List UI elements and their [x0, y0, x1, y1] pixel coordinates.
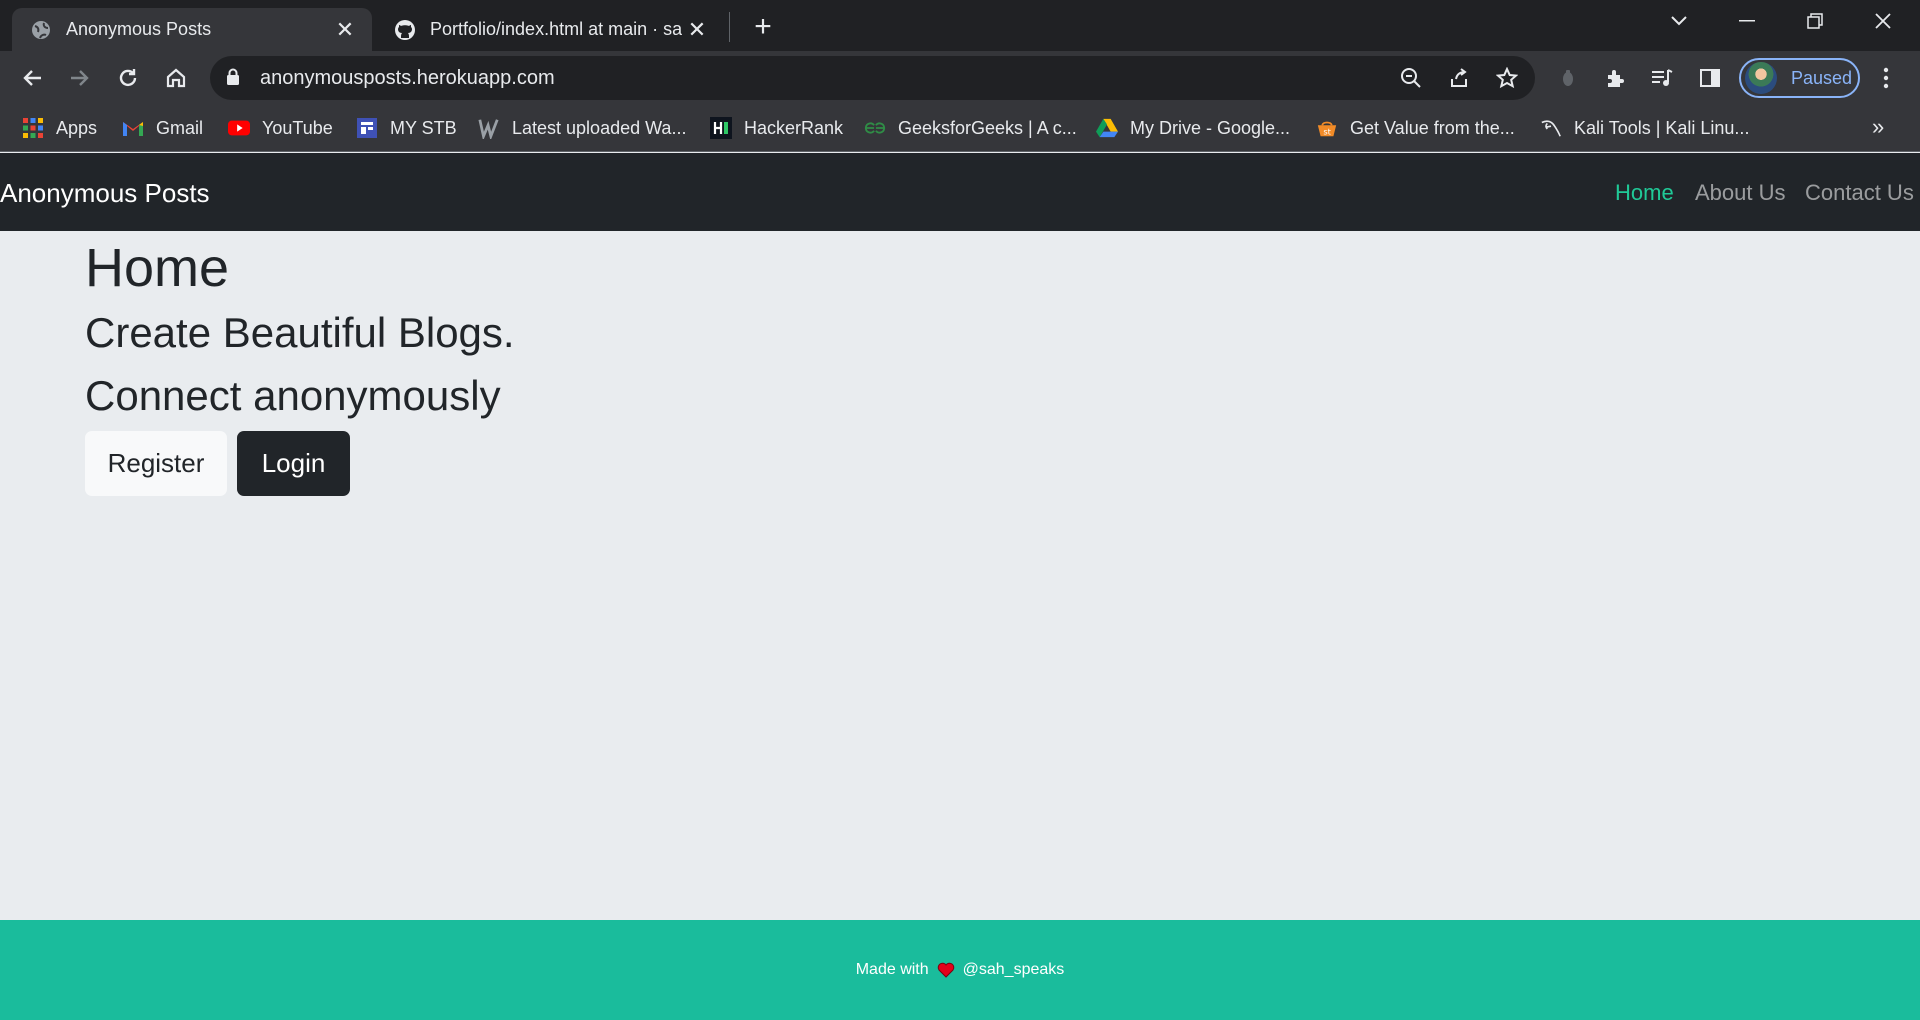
google-drive-icon: [1096, 117, 1118, 139]
site-brand[interactable]: Anonymous Posts: [0, 178, 210, 209]
reload-button[interactable]: [108, 58, 148, 98]
browser-toolbar: anonymousposts.herokuapp.com Paused: [0, 51, 1920, 104]
tab-strip: Anonymous Posts ✕ Portfolio/index.html a…: [0, 0, 1920, 51]
lock-icon: [226, 68, 240, 91]
tab-title: Anonymous Posts: [66, 19, 212, 39]
bookmark-label: My Drive - Google...: [1130, 117, 1291, 138]
register-button[interactable]: Register: [85, 431, 227, 496]
youtube-icon: [228, 117, 250, 139]
tab-search-icon[interactable]: [1645, 0, 1713, 42]
apps-grid-icon: [22, 117, 44, 139]
restore-button[interactable]: [1781, 0, 1849, 42]
bookmark-label: HackerRank: [744, 117, 844, 138]
address-bar[interactable]: anonymousposts.herokuapp.com: [210, 56, 1535, 100]
bookmark-my-stb[interactable]: MY STB: [356, 114, 457, 142]
login-button[interactable]: Login: [237, 431, 350, 496]
url-text: anonymousposts.herokuapp.com: [260, 67, 555, 89]
bookmark-google-drive[interactable]: My Drive - Google...: [1096, 114, 1290, 142]
forward-button[interactable]: [60, 58, 100, 98]
value-icon: st: [1316, 117, 1338, 139]
bookmark-label: Apps: [56, 117, 98, 138]
geeksforgeeks-icon: [864, 117, 886, 139]
bookmarks-overflow-button[interactable]: »: [1872, 114, 1884, 140]
bookmark-label: Kali Tools | Kali Linu...: [1574, 117, 1750, 138]
w-icon: [478, 117, 500, 139]
profile-status: Paused: [1791, 67, 1853, 88]
bookmark-label: Latest uploaded Wa...: [512, 117, 687, 138]
site-footer: Made with @sah_speaks: [0, 920, 1920, 1020]
bookmark-hackerrank[interactable]: HackerRank: [710, 114, 843, 142]
stb-icon: [356, 117, 378, 139]
globe-icon: [30, 19, 52, 41]
new-tab-button[interactable]: +: [746, 10, 780, 44]
menu-kebab-icon[interactable]: [1866, 58, 1906, 98]
tab-anonymous-posts[interactable]: Anonymous Posts ✕: [12, 8, 372, 51]
extensions-puzzle-icon[interactable]: [1596, 58, 1636, 98]
kali-icon: [1540, 117, 1562, 139]
close-window-button[interactable]: [1849, 0, 1917, 42]
bookmark-latest-uploaded[interactable]: Latest uploaded Wa...: [478, 114, 686, 142]
bookmark-geeksforgeeks[interactable]: GeeksforGeeks | A c...: [864, 114, 1077, 142]
bookmark-gmail[interactable]: Gmail: [122, 114, 203, 142]
bookmark-apps[interactable]: Apps: [22, 114, 97, 142]
bookmark-youtube[interactable]: YouTube: [228, 114, 333, 142]
tagline-connect: Connect anonymously: [85, 372, 501, 419]
hackerrank-icon: [710, 117, 732, 139]
github-icon: [394, 19, 416, 41]
nav-link-contact-us[interactable]: Contact Us: [1805, 180, 1914, 206]
home-button[interactable]: [156, 58, 196, 98]
heart-icon: [937, 962, 955, 978]
nav-link-about-us[interactable]: About Us: [1695, 180, 1786, 206]
media-control-icon[interactable]: [1642, 58, 1682, 98]
bookmark-get-value[interactable]: st Get Value from the...: [1316, 114, 1515, 142]
tagline-create: Create Beautiful Blogs.: [85, 309, 515, 356]
minimize-button[interactable]: [1713, 0, 1781, 42]
side-panel-icon[interactable]: [1690, 58, 1730, 98]
share-icon[interactable]: [1444, 63, 1474, 93]
bookmark-star-icon[interactable]: [1492, 63, 1522, 93]
profile-button[interactable]: Paused: [1739, 58, 1860, 98]
footer-made-with: Made with: [855, 961, 929, 978]
close-tab-icon[interactable]: ✕: [682, 15, 712, 45]
svg-text:st: st: [1323, 126, 1331, 136]
bookmarks-bar: Apps Gmail YouTube MY STB Latest uploade…: [0, 104, 1920, 152]
tab-separator: [729, 12, 730, 42]
nav-link-home[interactable]: Home: [1615, 180, 1674, 206]
back-button[interactable]: [12, 58, 52, 98]
bookmark-kali-tools[interactable]: Kali Tools | Kali Linu...: [1540, 114, 1749, 142]
bookmark-label: MY STB: [390, 117, 457, 138]
tab-portfolio[interactable]: Portfolio/index.html at main · sah ✕: [376, 8, 724, 51]
footer-handle[interactable]: @sah_speaks: [963, 961, 1065, 979]
bookmark-label: Get Value from the...: [1350, 117, 1515, 138]
site-navbar: Anonymous Posts Home About Us Contact Us: [0, 153, 1920, 231]
zoom-icon[interactable]: [1396, 63, 1426, 93]
bookmark-label: YouTube: [262, 117, 333, 138]
tab-title: Portfolio/index.html at main · sah: [430, 19, 682, 39]
avatar: [1745, 62, 1777, 94]
page-title: Home: [85, 238, 230, 298]
extension-icon[interactable]: [1548, 58, 1588, 98]
bookmark-label: Gmail: [156, 117, 204, 138]
close-tab-icon[interactable]: ✕: [330, 15, 360, 45]
gmail-icon: [122, 117, 144, 139]
bookmark-label: GeeksforGeeks | A c...: [898, 117, 1077, 138]
